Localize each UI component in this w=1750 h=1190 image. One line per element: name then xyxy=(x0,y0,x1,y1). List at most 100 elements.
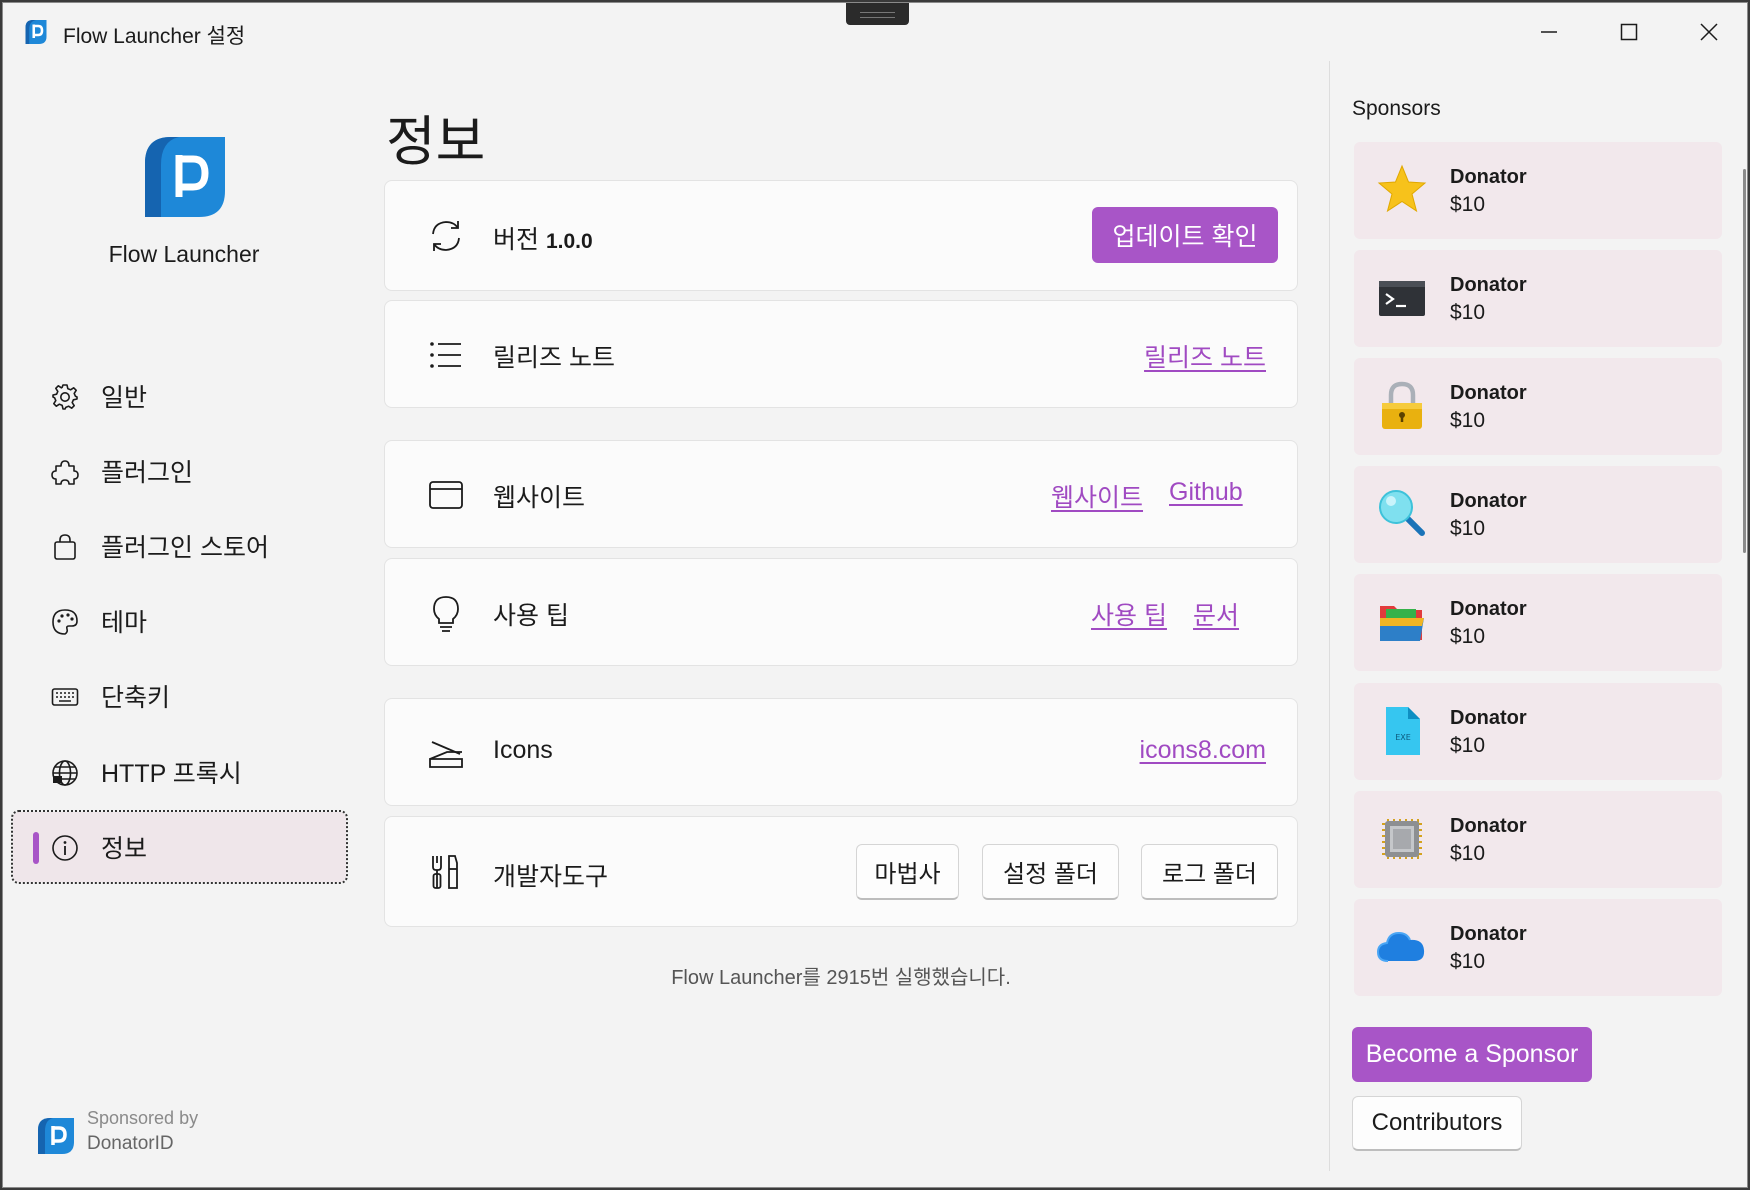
sponsor-amount: $10 xyxy=(1450,950,1486,973)
sidebar-item-label: 플러그인 xyxy=(101,459,194,487)
version-label: 버전 1.0.0 xyxy=(493,220,593,256)
maximize-icon xyxy=(1620,23,1638,41)
release-notes-card: 릴리즈 노트 릴리즈 노트 xyxy=(384,300,1298,408)
sponsor-name: Donator xyxy=(1450,707,1527,729)
version-number: 1.0.0 xyxy=(545,230,593,253)
title-bar[interactable]: Flow Launcher 설정 xyxy=(3,3,1747,61)
devtools-card: 개발자도구 마법사 설정 폴더 로그 폴더 xyxy=(384,816,1298,927)
palette-icon xyxy=(52,609,78,635)
close-icon xyxy=(1700,23,1718,41)
sponsor-name: Donator xyxy=(1450,382,1527,404)
settings-window: Flow Launcher 설정 Flow Launcher 일반 플러그인 플… xyxy=(2,2,1748,1188)
sponsor-card[interactable]: Donator $10 xyxy=(1354,142,1722,239)
lock-icon xyxy=(1382,381,1422,429)
flow-launcher-logo-icon xyxy=(145,137,225,217)
folder-icon xyxy=(1380,606,1424,641)
lightbulb-icon xyxy=(433,596,459,632)
sidebar-item-hotkeys[interactable]: 단축키 xyxy=(13,661,346,731)
terminal-icon xyxy=(1379,281,1425,316)
sidebar-item-general[interactable]: 일반 xyxy=(13,361,346,431)
drag-grip[interactable] xyxy=(846,3,909,25)
sponsor-name: Donator xyxy=(1450,815,1527,837)
close-button[interactable] xyxy=(1669,3,1747,61)
minimize-button[interactable] xyxy=(1509,3,1589,61)
become-sponsor-button[interactable]: Become a Sponsor xyxy=(1352,1027,1592,1082)
sidebar-item-http-proxy[interactable]: HTTP 프록시 xyxy=(13,737,346,807)
shopping-bag-icon xyxy=(54,534,76,560)
settings-folder-button[interactable]: 설정 폴더 xyxy=(982,844,1119,900)
sponsor-name: Donator xyxy=(1450,490,1527,512)
tips-link[interactable]: 사용 팁 xyxy=(1091,596,1167,632)
sponsor-scrollbar[interactable] xyxy=(1743,169,1746,553)
icons-label: Icons xyxy=(493,736,553,764)
release-notes-link[interactable]: 릴리즈 노트 xyxy=(1144,338,1266,374)
page-title: 정보 xyxy=(386,112,486,172)
sponsor-amount: $10 xyxy=(1450,193,1486,216)
sponsor-card[interactable]: EXE Donator $10 xyxy=(1354,683,1722,780)
brand-name: Flow Launcher xyxy=(108,241,260,267)
sponsor-name: DonatorID xyxy=(87,1133,174,1154)
sponsor-card[interactable]: Donator $10 xyxy=(1354,358,1722,455)
sponsor-card[interactable]: Donator $10 xyxy=(1354,250,1722,347)
browser-window-icon xyxy=(429,481,463,509)
keyboard-icon xyxy=(51,688,79,706)
globe-icon xyxy=(52,760,78,786)
devtools-label: 개발자도구 xyxy=(493,863,609,891)
github-link[interactable]: Github xyxy=(1169,478,1243,507)
gear-icon xyxy=(52,384,78,410)
sponsor-amount: $10 xyxy=(1450,625,1486,648)
sponsors-title: Sponsors xyxy=(1352,97,1441,120)
website-link[interactable]: 웹사이트 xyxy=(1051,478,1143,514)
sponsor-card[interactable]: Donator $10 xyxy=(1354,574,1722,671)
website-card: 웹사이트 웹사이트 Github xyxy=(384,440,1298,548)
minimize-icon xyxy=(1541,31,1557,33)
sponsor-name: Donator xyxy=(1450,166,1527,188)
tips-label: 사용 팁 xyxy=(493,602,569,630)
check-update-button[interactable]: 업데이트 확인 xyxy=(1092,207,1278,263)
sponsor-name: Donator xyxy=(1450,923,1527,945)
sponsor-name: Donator xyxy=(1450,274,1527,296)
magnifier-icon xyxy=(1379,490,1425,536)
sponsor-amount: $10 xyxy=(1450,842,1486,865)
sponsor-amount: $10 xyxy=(1450,409,1486,432)
exe-file-icon: EXE xyxy=(1386,707,1420,755)
launch-count-text: Flow Launcher를 2915번 실행했습니다. xyxy=(671,967,1011,989)
sidebar-item-about[interactable]: 정보 xyxy=(11,810,348,884)
panel-divider xyxy=(1329,61,1330,1171)
sponsor-card[interactable]: Donator $10 xyxy=(1354,466,1722,563)
sponsor-amount: $10 xyxy=(1450,301,1486,324)
sponsor-card[interactable]: Donator $10 xyxy=(1354,791,1722,888)
sidebar: Flow Launcher 일반 플러그인 플러그인 스토어 테마 단축키 HT… xyxy=(3,61,358,1187)
info-icon xyxy=(52,835,78,861)
sidebar-item-label: 정보 xyxy=(101,835,148,863)
list-icon xyxy=(430,342,461,368)
sidebar-item-label: HTTP 프록시 xyxy=(101,760,242,788)
tools-icon xyxy=(432,855,458,889)
icons8-link[interactable]: icons8.com xyxy=(1140,736,1266,765)
docs-link[interactable]: 문서 xyxy=(1193,596,1239,632)
version-text: 버전 xyxy=(493,226,540,254)
scanner-icon xyxy=(429,741,463,768)
window-title: Flow Launcher 설정 xyxy=(63,25,246,48)
sponsor-amount: $10 xyxy=(1450,734,1486,757)
contributors-button[interactable]: Contributors xyxy=(1352,1096,1522,1151)
website-label: 웹사이트 xyxy=(493,484,586,512)
sidebar-item-theme[interactable]: 테마 xyxy=(13,586,346,656)
sponsor-logo-icon xyxy=(38,1118,74,1154)
puzzle-icon xyxy=(51,460,79,485)
sidebar-item-label: 테마 xyxy=(101,609,148,637)
sponsor-card[interactable]: Donator $10 xyxy=(1354,899,1722,996)
sponsor-name: Donator xyxy=(1450,598,1527,620)
sidebar-item-plugin-store[interactable]: 플러그인 스토어 xyxy=(13,511,346,581)
refresh-icon xyxy=(432,221,460,251)
sidebar-item-label: 일반 xyxy=(101,384,148,412)
maximize-button[interactable] xyxy=(1589,3,1669,61)
sidebar-item-plugins[interactable]: 플러그인 xyxy=(13,436,346,506)
cpu-chip-icon xyxy=(1382,819,1422,859)
sponsored-by-label: Sponsored by xyxy=(87,1108,199,1128)
wizard-button[interactable]: 마법사 xyxy=(856,844,959,900)
log-folder-button[interactable]: 로그 폴더 xyxy=(1141,844,1278,900)
svg-text:EXE: EXE xyxy=(1395,733,1411,742)
sponsor-amount: $10 xyxy=(1450,517,1486,540)
version-card: 버전 1.0.0 업데이트 확인 xyxy=(384,180,1298,291)
